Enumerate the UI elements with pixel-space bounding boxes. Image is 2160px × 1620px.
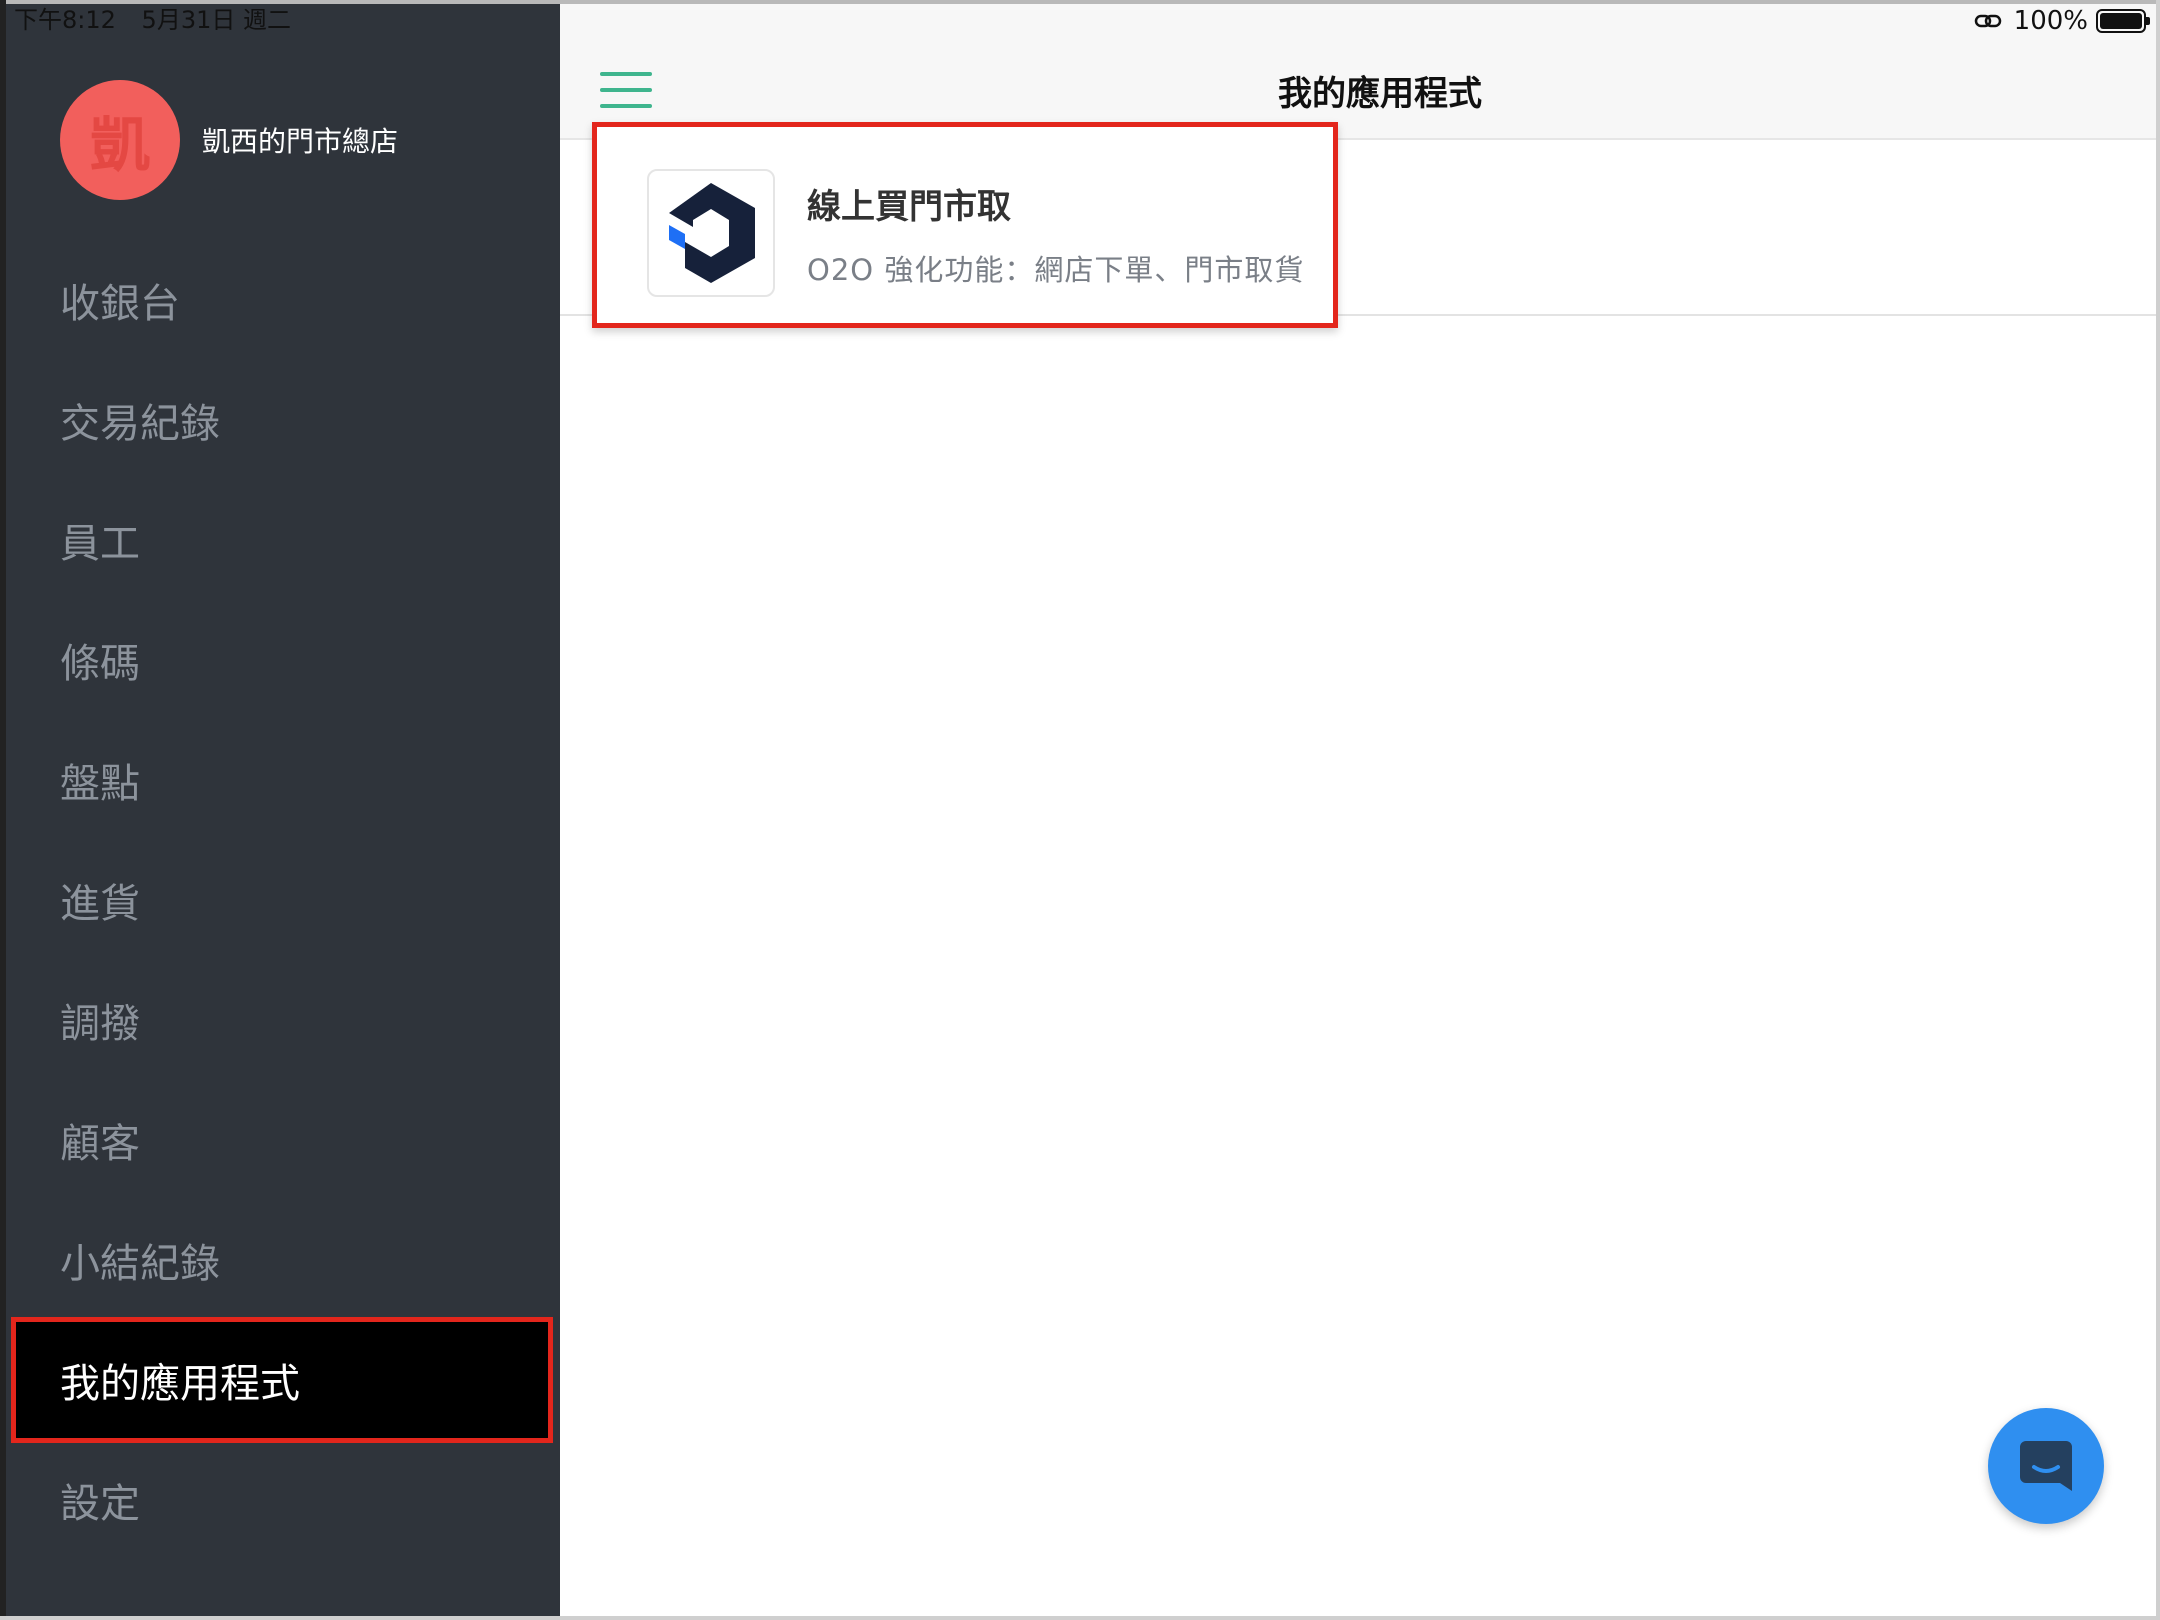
app-name: 線上買門市取 [807,187,1011,227]
frame-border-top [0,0,2160,4]
sidebar-item-transfers[interactable]: 調撥 [0,960,560,1080]
sidebar-item-transactions[interactable]: 交易紀錄 [0,360,560,480]
app-list: 線上買門市取 O2O 強化功能：網店下單、門市取貨 [560,122,2160,328]
sidebar-item-shift-reports[interactable]: 小結紀錄 [0,1200,560,1320]
sidebar-item-my-apps[interactable]: 我的應用程式 [11,1317,553,1443]
sidebar-item-settings[interactable]: 設定 [0,1440,560,1560]
sidebar-item-cashier[interactable]: 收銀台 [0,240,560,360]
link-icon [1974,14,2001,28]
store-name: 凱西的門市總店 [202,125,399,158]
battery-icon [2096,9,2150,33]
chat-button[interactable] [1988,1408,2104,1524]
status-time: 下午8:12 [14,6,116,34]
status-bar-right: 100% [1974,4,2150,38]
sidebar-item-stocktake[interactable]: 盤點 [0,720,560,840]
app-root: 下午8:12 5月31日 週二 凱 凱西的門市總店 收銀台 交易紀錄 員工 條碼… [0,0,2160,1620]
sidebar-item-customers[interactable]: 顧客 [0,1080,560,1200]
app-item-o2o[interactable]: 線上買門市取 O2O 強化功能：網店下單、門市取貨 [592,122,1338,328]
frame-border-bottom [0,1616,2160,1620]
sidebar-menu: 收銀台 交易紀錄 員工 條碼 盤點 進貨 調撥 顧客 小結紀錄 我的應用程式 設… [0,240,560,1560]
frame-border-left [0,0,6,1620]
app-description: O2O 強化功能：網店下單、門市取貨 [807,253,1305,287]
status-date: 5月31日 週二 [141,6,291,34]
app-icon [647,169,775,297]
sidebar-item-barcodes[interactable]: 條碼 [0,600,560,720]
store-header[interactable]: 凱 凱西的門市總店 [60,80,398,200]
frame-border-right [2156,0,2160,1620]
battery-percent: 100% [2013,6,2088,36]
chat-icon [2020,1441,2072,1491]
page-title: 我的應用程式 [560,66,2160,115]
page-title-text: 我的應用程式 [1278,74,1482,114]
sidebar-item-purchasing[interactable]: 進貨 [0,840,560,960]
top-bar: 100% 我的應用程式 [560,0,2160,140]
cube-logo-icon [669,183,755,283]
avatar: 凱 [60,80,180,200]
sidebar-item-employees[interactable]: 員工 [0,480,560,600]
status-bar-left: 下午8:12 5月31日 週二 [14,4,309,36]
sidebar: 下午8:12 5月31日 週二 凱 凱西的門市總店 收銀台 交易紀錄 員工 條碼… [0,0,560,1620]
